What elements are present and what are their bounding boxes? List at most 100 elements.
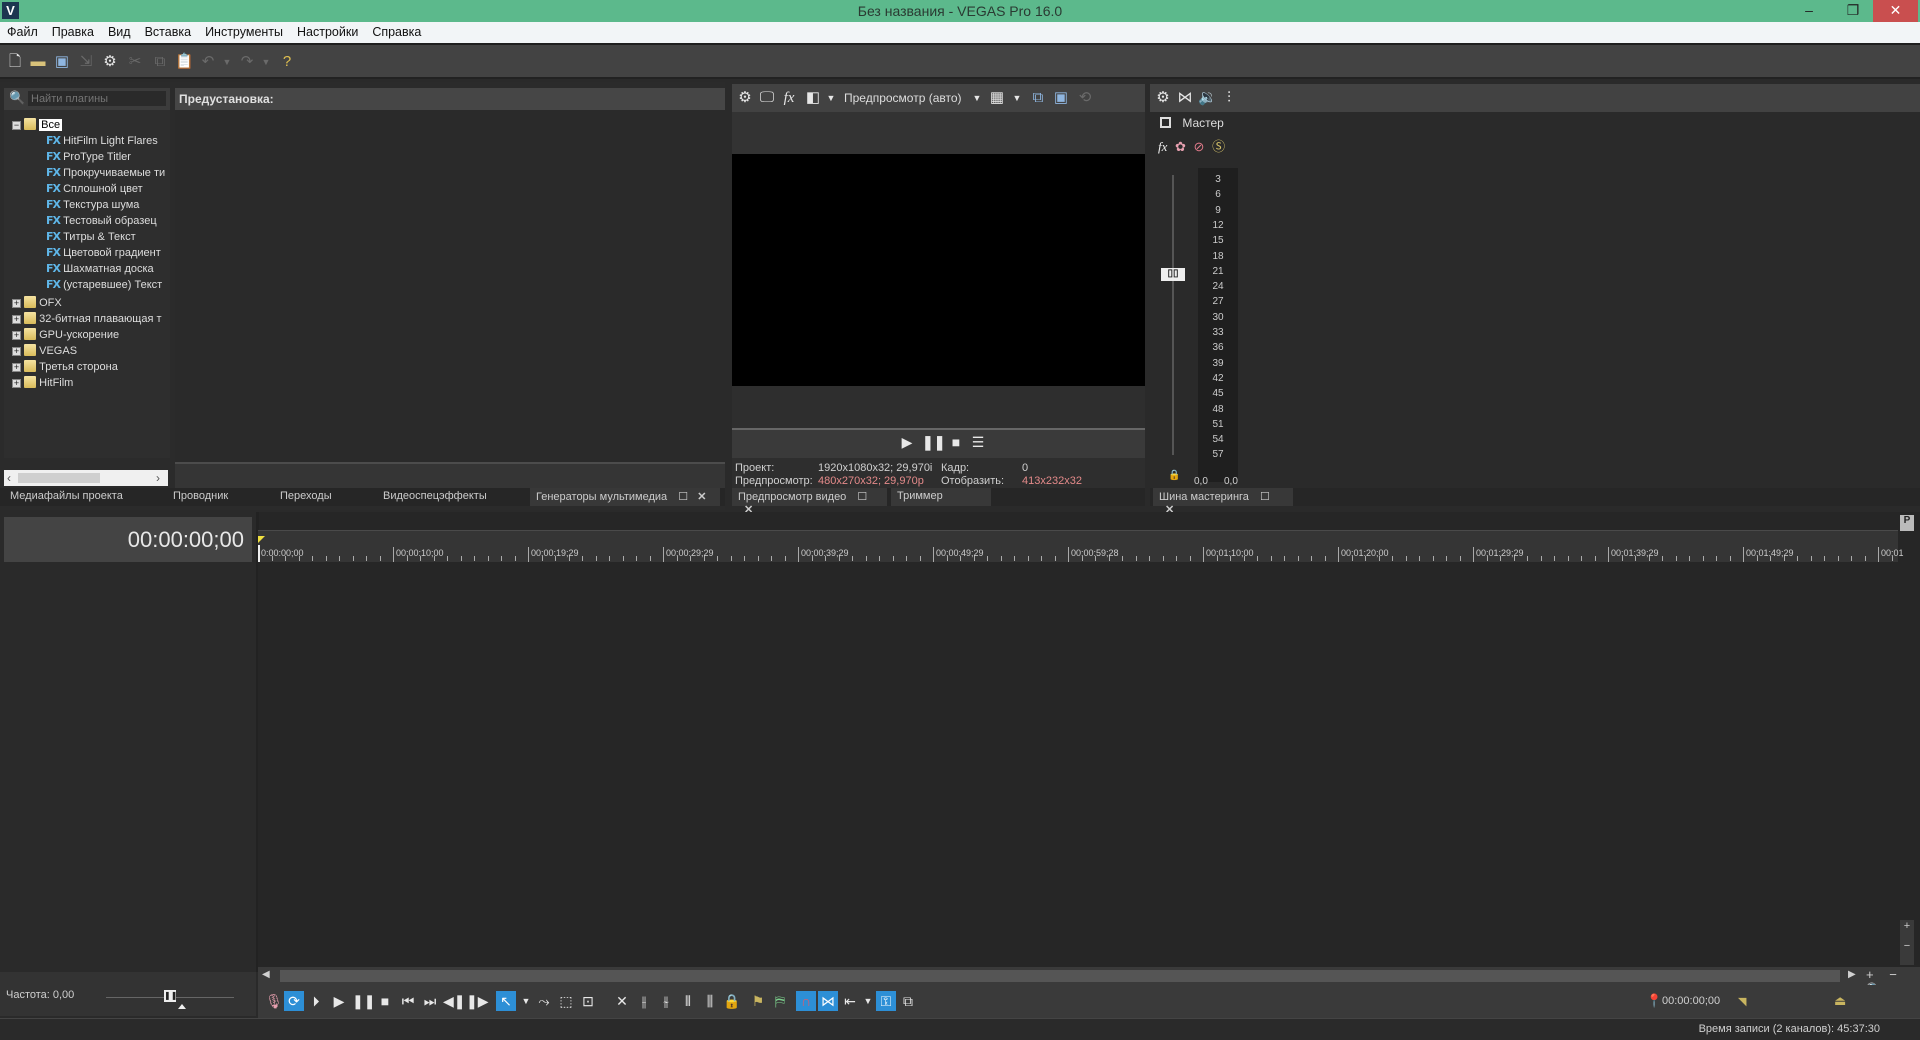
generator-item[interactable]: FX Текстура шума	[46, 198, 139, 214]
scroll-left-icon[interactable]: ◀	[262, 969, 270, 980]
save-icon[interactable]: ▣	[53, 53, 71, 71]
delete-icon[interactable]: ✕	[612, 991, 632, 1011]
timeline-horizontal-scrollbar[interactable]: ◀ ▶	[258, 967, 1868, 985]
menu-tools[interactable]: Инструменты	[198, 22, 290, 39]
preview-stop-icon[interactable]: ■	[946, 432, 966, 452]
menu-insert[interactable]: Вставка	[138, 22, 198, 39]
tree-folder[interactable]: + GPU-ускорение	[12, 328, 119, 344]
tab-video-preview[interactable]: Предпросмотр видео ☐ ✕	[732, 488, 887, 516]
next-frame-icon[interactable]: ❚▶	[466, 991, 489, 1011]
undo-icon[interactable]: ↶	[199, 53, 217, 71]
restore-button[interactable]: ❐	[1831, 0, 1875, 22]
time-ruler[interactable]: 0:00:00;00 00:00:10;00 00:00:19;29 00:00:29…	[258, 530, 1904, 562]
snapping-magnet-icon[interactable]: ∩	[796, 991, 816, 1011]
fader-lock-icon[interactable]: 🔒	[1168, 470, 1180, 481]
generator-item[interactable]: FX Сплошной цвет	[46, 182, 143, 198]
tree-folder[interactable]: + Третья сторона	[12, 360, 118, 376]
loop-playback-icon[interactable]: ⟳	[284, 991, 304, 1011]
expand-icon[interactable]: +	[12, 299, 21, 308]
zoom-in-icon[interactable]: +	[1866, 967, 1874, 982]
scroll-thumb[interactable]	[18, 473, 100, 483]
play-icon[interactable]: ▶	[329, 991, 349, 1011]
generator-item[interactable]: FX Тестовый образец	[46, 214, 157, 230]
scroll-right-icon[interactable]: ▶	[1848, 969, 1856, 980]
generator-item[interactable]: FX (устаревшее) Текст	[46, 278, 162, 294]
expand-icon[interactable]: +	[12, 315, 21, 324]
mute-icon[interactable]: ⊘	[1194, 139, 1205, 154]
open-folder-icon[interactable]: ▬	[29, 53, 47, 71]
video-fx-icon[interactable]: fx	[780, 89, 798, 107]
undo-dropdown-icon[interactable]: ▼	[218, 53, 236, 71]
master-select-icon[interactable]	[1160, 117, 1171, 128]
menu-options[interactable]: Настройки	[290, 22, 365, 39]
expand-icon[interactable]: +	[12, 379, 21, 388]
tree-folder[interactable]: + HitFilm	[12, 376, 73, 392]
generator-item[interactable]: FX Прокручиваемые ти	[46, 166, 165, 182]
selection-length-icon[interactable]: ⏏	[1834, 993, 1846, 1009]
selection-tool-icon[interactable]: ⬚	[556, 991, 576, 1011]
copy-icon[interactable]: ⧉	[151, 53, 169, 71]
menu-edit[interactable]: Правка	[45, 22, 101, 39]
tab-explorer[interactable]: Проводник	[167, 488, 234, 506]
split-screen-icon[interactable]: ◧	[804, 89, 822, 107]
plugin-search-input[interactable]	[28, 91, 166, 106]
vertical-zoom-out-icon[interactable]: −	[1900, 940, 1914, 952]
tab-master-bus[interactable]: Шина мастеринга ☐ ✕	[1153, 488, 1293, 516]
redo-dropdown-icon[interactable]: ▼	[257, 53, 275, 71]
snapshot-disabled-icon[interactable]: ⟲	[1076, 89, 1094, 107]
master-fx-icon[interactable]: fx	[1158, 139, 1167, 154]
generator-item[interactable]: FX Титры & Текст	[46, 230, 136, 246]
play-from-start-icon[interactable]: ⏵	[306, 991, 326, 1011]
lock-envelopes-icon[interactable]: ⚿	[876, 991, 896, 1011]
lock-icon[interactable]: 🔒	[722, 991, 742, 1011]
ripple-edit-icon[interactable]: ⇤	[840, 991, 860, 1011]
cut-icon[interactable]: ✂	[126, 53, 144, 71]
generator-item[interactable]: FX Цветовой градиент	[46, 246, 161, 262]
scroll-thumb[interactable]	[280, 970, 1840, 982]
marker-flag-icon[interactable]: P	[1900, 515, 1914, 531]
dim-output-icon[interactable]: 🔉	[1198, 89, 1217, 107]
master-fader-track[interactable]	[1172, 175, 1174, 455]
go-to-start-icon[interactable]: ⏮	[398, 991, 418, 1011]
insert-region-icon[interactable]: ⛿	[770, 991, 790, 1011]
zoom-edit-tool-icon[interactable]: ⊡	[578, 991, 598, 1011]
generator-item[interactable]: FX HitFilm Light Flares	[46, 134, 158, 150]
quality-dropdown-icon[interactable]: ▼	[968, 89, 986, 107]
ripple-dropdown-icon[interactable]: ▼	[858, 991, 878, 1011]
scroll-right-icon[interactable]: ›	[156, 471, 160, 485]
preview-quality-select[interactable]: Предпросмотр (авто)	[844, 91, 962, 105]
expand-icon[interactable]: +	[12, 347, 21, 356]
menu-file[interactable]: Файл	[0, 22, 45, 39]
undock-icon[interactable]: ☐	[1260, 491, 1270, 503]
collapse-icon[interactable]: −	[12, 121, 21, 130]
downmix-icon[interactable]: ⋈	[1176, 89, 1194, 107]
preview-play-icon[interactable]: ▶	[897, 432, 917, 452]
minimize-button[interactable]: –	[1787, 0, 1831, 22]
envelope-edit-tool-icon[interactable]: ⤳	[534, 991, 554, 1011]
preview-settings-gear-icon[interactable]: ⚙	[736, 89, 754, 107]
tab-video-fx[interactable]: Видеоспецэффекты	[377, 488, 493, 506]
overlays-dropdown-icon[interactable]: ▼	[1008, 89, 1026, 107]
mixer-sliders-icon[interactable]: ⫶	[1220, 89, 1238, 107]
save-snapshot-icon[interactable]: ▣	[1052, 89, 1070, 107]
new-file-icon[interactable]: 🗋	[6, 53, 24, 71]
go-to-end-icon[interactable]: ⏭	[420, 991, 440, 1011]
loop-region-marker[interactable]	[258, 536, 265, 543]
vertical-zoom-in-icon[interactable]: +	[1900, 920, 1914, 932]
trim-end-icon[interactable]: ⫴	[678, 991, 698, 1011]
normal-edit-tool-icon[interactable]: ↖	[496, 991, 516, 1011]
menu-view[interactable]: Вид	[101, 22, 138, 39]
menu-help[interactable]: Справка	[365, 22, 428, 39]
record-icon[interactable]: 🎙	[264, 991, 284, 1011]
cursor-time[interactable]: 00:00:00;00	[1662, 995, 1720, 1007]
master-fader-handle[interactable]: ▯▯	[1161, 268, 1185, 281]
previous-frame-icon[interactable]: ◀❚	[443, 991, 466, 1011]
trim-start-icon[interactable]: ⫳	[656, 991, 676, 1011]
tab-trimmer[interactable]: Триммер	[891, 488, 991, 506]
auto-crossfade-icon[interactable]: ⋈	[818, 991, 838, 1011]
overlays-grid-icon[interactable]: ▦	[988, 89, 1006, 107]
tab-media-generators[interactable]: Генераторы мультимедиа ☐ ✕	[530, 488, 720, 506]
paste-icon[interactable]: 📋	[175, 53, 194, 71]
tree-horizontal-scrollbar[interactable]: ‹ ›	[4, 470, 168, 486]
close-button[interactable]: ✕	[1873, 0, 1918, 22]
